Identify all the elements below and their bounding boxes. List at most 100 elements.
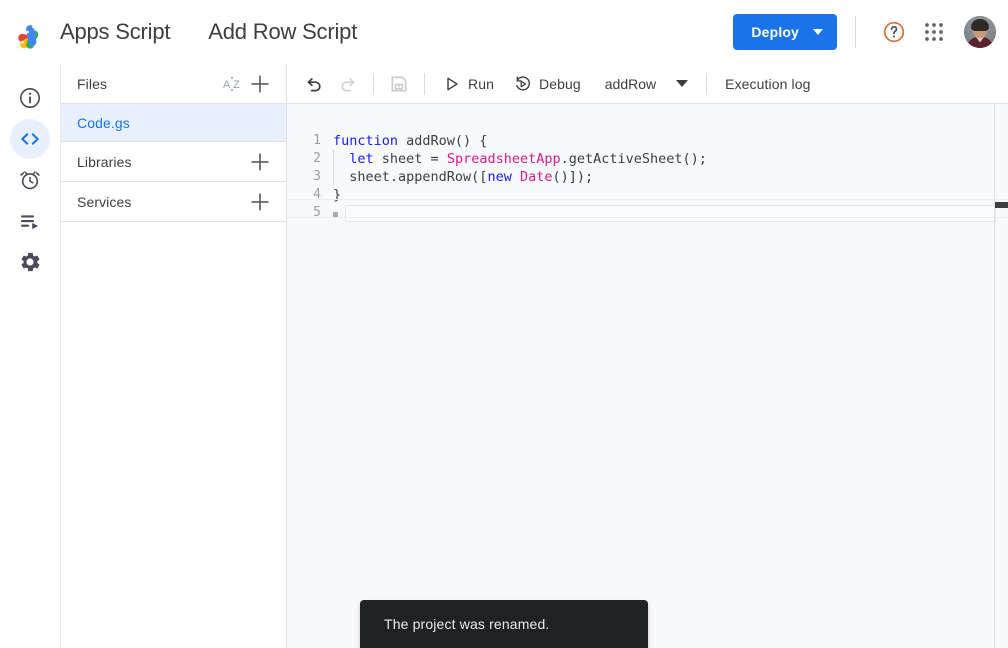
file-item-code-gs[interactable]: Code.gs bbox=[61, 104, 286, 142]
code-token: new bbox=[487, 169, 520, 185]
apps-script-logo bbox=[14, 14, 50, 50]
code-line-text: sheet.appendRow([new Date()]); bbox=[333, 168, 593, 186]
code-token: ()]); bbox=[552, 169, 594, 185]
services-section-label: Services bbox=[77, 193, 132, 210]
deploy-button-label: Deploy bbox=[751, 23, 799, 40]
executions-list-icon bbox=[18, 209, 42, 233]
help-button[interactable] bbox=[874, 12, 914, 52]
code-line[interactable]: 5 bbox=[287, 204, 1008, 222]
code-line[interactable]: 1 function addRow() { bbox=[287, 132, 1008, 150]
toast-notification: The project was renamed. bbox=[360, 600, 648, 648]
sort-az-button[interactable]: A Z bbox=[218, 70, 246, 98]
add-library-button[interactable] bbox=[246, 148, 274, 176]
apps-grid-button[interactable] bbox=[914, 12, 954, 52]
topbar-right-controls: Deploy bbox=[733, 0, 996, 63]
svg-text:A: A bbox=[223, 79, 231, 91]
files-panel: Files A Z Code.gs Libraries Services bbox=[61, 64, 287, 648]
debug-button-label: Debug bbox=[538, 75, 581, 92]
code-token: SpreadsheetApp bbox=[446, 151, 561, 167]
services-section-header[interactable]: Services bbox=[61, 182, 286, 222]
sidebar-item-triggers[interactable] bbox=[10, 160, 50, 200]
add-file-button[interactable] bbox=[246, 70, 274, 98]
code-line[interactable]: 2 let sheet = SpreadsheetApp.getActiveSh… bbox=[287, 150, 1008, 168]
files-section-header: Files A Z bbox=[61, 64, 286, 104]
debug-step-icon bbox=[514, 75, 532, 93]
code-brackets-icon bbox=[18, 127, 42, 151]
indent-guide bbox=[333, 150, 334, 168]
toolbar-divider bbox=[373, 72, 374, 95]
code-token: } bbox=[333, 187, 342, 203]
alarm-clock-icon bbox=[18, 168, 42, 192]
code-token: let bbox=[349, 151, 382, 167]
brand-area[interactable]: Apps Script bbox=[14, 14, 170, 50]
sidebar-item-editor[interactable] bbox=[10, 119, 50, 159]
editor-toolbar: Run Debug addRow Execution log bbox=[287, 64, 1008, 104]
play-triangle-icon bbox=[443, 75, 461, 93]
function-selector[interactable]: addRow bbox=[597, 68, 698, 100]
save-disk-icon bbox=[389, 74, 409, 94]
svg-text:Z: Z bbox=[233, 79, 240, 91]
code-token: Date bbox=[519, 169, 553, 185]
plus-icon bbox=[249, 191, 271, 213]
avatar-eye-left bbox=[976, 27, 978, 30]
file-name: Code.gs bbox=[77, 114, 130, 131]
caret-down-icon bbox=[676, 80, 689, 87]
execution-log-button[interactable]: Execution log bbox=[715, 68, 820, 100]
save-button[interactable] bbox=[382, 67, 416, 101]
undo-arrow-icon bbox=[304, 74, 324, 94]
avatar-eye-right bbox=[982, 27, 984, 30]
code-token: sheet.appendRow([ bbox=[333, 169, 488, 185]
code-line-text: function addRow() { bbox=[333, 132, 487, 150]
apps-grid-icon bbox=[923, 21, 945, 43]
left-nav-rail bbox=[0, 64, 61, 648]
active-line-highlight bbox=[345, 204, 996, 222]
gear-icon bbox=[18, 250, 42, 274]
line-number: 3 bbox=[313, 169, 321, 184]
avatar[interactable] bbox=[964, 15, 996, 48]
code-line-text: let sheet = SpreadsheetApp.getActiveShee… bbox=[333, 150, 707, 168]
sidebar-item-overview[interactable] bbox=[10, 78, 50, 118]
code-token: function bbox=[333, 133, 407, 149]
brand-name: Apps Script bbox=[60, 18, 171, 44]
plus-icon bbox=[249, 151, 271, 173]
redo-arrow-icon bbox=[338, 74, 358, 94]
function-selector-value: addRow bbox=[604, 75, 657, 92]
debug-button[interactable]: Debug bbox=[504, 68, 591, 100]
libraries-section-header[interactable]: Libraries bbox=[61, 142, 286, 182]
code-token: .getActiveSheet(); bbox=[560, 151, 707, 167]
redo-button[interactable] bbox=[331, 67, 365, 101]
code-editor[interactable]: 1 function addRow() {2 let sheet = Spread… bbox=[287, 104, 1008, 648]
top-app-bar: Apps Script Add Row Script Deploy bbox=[0, 0, 1008, 64]
avatar-hair bbox=[971, 18, 989, 31]
vertical-scrollbar-thumb[interactable] bbox=[995, 202, 1008, 208]
sidebar-item-executions[interactable] bbox=[10, 201, 50, 241]
line-number: 4 bbox=[313, 187, 321, 202]
sort-az-icon: A Z bbox=[221, 73, 243, 95]
info-circle-icon bbox=[18, 86, 42, 110]
code-token: addRow() { bbox=[406, 133, 488, 149]
add-service-button[interactable] bbox=[246, 188, 274, 216]
editor-area: Run Debug addRow Execution log 1 functio… bbox=[287, 64, 1008, 648]
toast-message: The project was renamed. bbox=[384, 616, 550, 632]
run-button-label: Run bbox=[468, 75, 494, 92]
project-title[interactable]: Add Row Script bbox=[202, 16, 363, 48]
undo-button[interactable] bbox=[297, 67, 331, 101]
apps-script-app: Apps Script Add Row Script Deploy Files … bbox=[0, 0, 1008, 648]
deploy-button[interactable]: Deploy bbox=[733, 13, 837, 50]
scroll-marker-line-top bbox=[287, 199, 1008, 200]
help-circle-icon bbox=[882, 20, 906, 44]
line-number: 5 bbox=[313, 205, 321, 220]
code-line[interactable]: 4} bbox=[287, 186, 1008, 204]
chevron-down-icon bbox=[813, 28, 823, 35]
code-token: sheet = bbox=[381, 151, 447, 167]
run-button[interactable]: Run bbox=[433, 68, 504, 100]
plus-icon bbox=[249, 73, 271, 95]
code-lines-container: 1 function addRow() {2 let sheet = Spread… bbox=[287, 132, 1008, 222]
toolbar-divider-2 bbox=[424, 72, 425, 95]
sidebar-item-settings[interactable] bbox=[10, 242, 50, 282]
minimap-divider bbox=[994, 104, 995, 648]
execution-log-label: Execution log bbox=[725, 75, 811, 92]
code-line[interactable]: 3 sheet.appendRow([new Date()]); bbox=[287, 168, 1008, 186]
toolbar-divider-3 bbox=[706, 72, 708, 95]
